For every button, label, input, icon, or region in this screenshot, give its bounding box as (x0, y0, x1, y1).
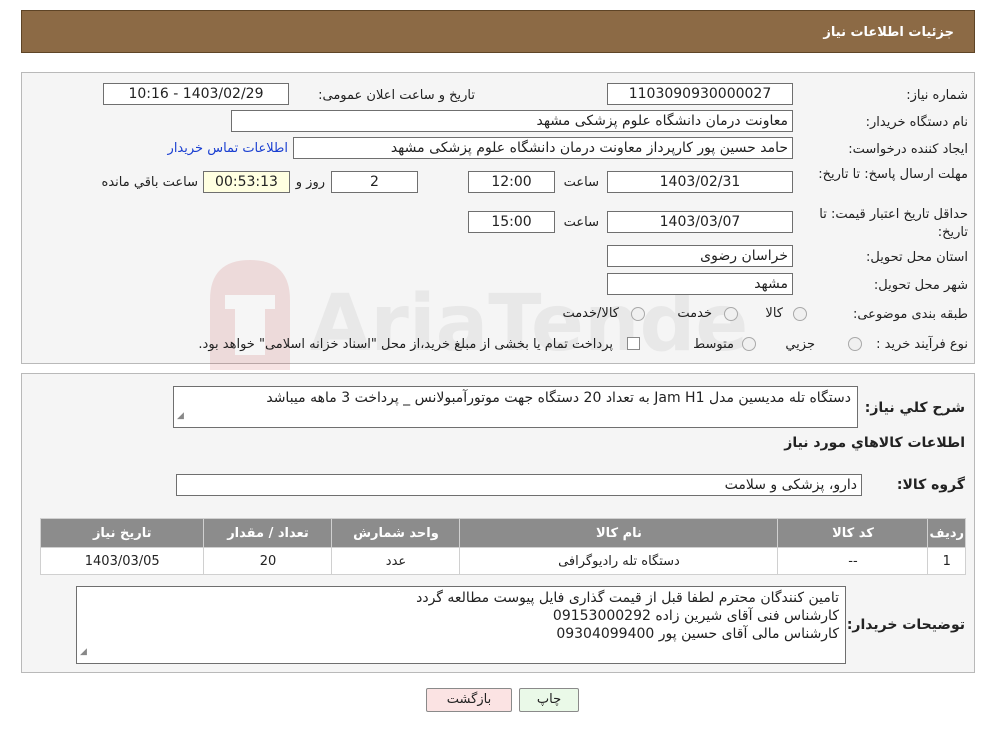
validity-date-field: 1403/03/07 (607, 211, 793, 233)
days-field: 2 (331, 171, 418, 193)
col-unit: واحد شمارش (331, 518, 461, 548)
goods-info-title: اطلاعات کالاهاي مورد نياز (784, 435, 965, 451)
col-code: کد کالا (777, 518, 929, 548)
cell-date: 1403/03/05 (39, 547, 205, 575)
goods-group-label: گروه کالا: (896, 477, 965, 493)
days-label: روز و (295, 175, 325, 190)
category-option-goods: کالا (765, 306, 783, 321)
announce-label: تاریخ و ساعت اعلان عمومی: (318, 88, 475, 103)
city-field: مشهد (607, 273, 793, 295)
category-option-goods-service: کالا/خدمت (562, 306, 619, 321)
page-header: جزئیات اطلاعات نیاز (21, 10, 975, 53)
summary-textarea[interactable]: دستگاه تله مدیسین مدل Jam H1 به تعداد 20… (173, 386, 858, 428)
print-button[interactable]: چاپ (519, 688, 579, 712)
process-option-medium: متوسط (693, 337, 734, 352)
table-row: 1 -- دستگاه تله رادیوگرافی عدد 20 1403/0… (39, 547, 966, 575)
remaining-time-field: 00:53:13 (203, 171, 290, 193)
summary-label: شرح کلي نياز: (864, 400, 965, 416)
process-label: نوع فرآیند خرید : (876, 337, 968, 352)
col-name: نام کالا (459, 518, 779, 548)
province-label: استان محل تحویل: (866, 250, 968, 265)
cell-code: -- (777, 547, 929, 575)
validity-time-label: ساعت (563, 215, 599, 230)
items-table: رديف کد کالا نام کالا واحد شمارش تعداد /… (39, 518, 966, 575)
buyer-notes-line: تامین کنندگان محترم لطفا قبل از قیمت گذا… (416, 590, 839, 606)
col-date: تاریخ نیاز (39, 518, 205, 548)
category-option-service: خدمت (677, 306, 712, 321)
category-label: طبقه بندی موضوعی: (852, 307, 968, 322)
cell-unit: عدد (331, 547, 461, 575)
deadline-time-field: 12:00 (468, 171, 555, 193)
deadline-label: مهلت ارسال پاسخ: تا تاریخ: (818, 167, 968, 182)
cell-quantity: 20 (203, 547, 333, 575)
process-radio-medium[interactable] (742, 337, 756, 351)
need-number-field: 1103090930000027 (607, 83, 793, 105)
treasury-note: پرداخت تمام یا بخشی از مبلغ خرید،از محل … (198, 337, 613, 352)
buyer-notes-line: کارشناس فنی آقای شیرین زاده 09153000292 (552, 608, 839, 624)
col-quantity: تعداد / مقدار (203, 518, 333, 548)
need-number-label: شماره نیاز: (906, 88, 968, 103)
buyer-notes-textarea[interactable]: تامین کنندگان محترم لطفا قبل از قیمت گذا… (76, 586, 846, 664)
deadline-date-field: 1403/02/31 (607, 171, 793, 193)
deadline-time-label: ساعت (563, 175, 599, 190)
category-radio-goods-service[interactable] (631, 307, 645, 321)
buyer-org-label: نام دستگاه خریدار: (865, 115, 968, 130)
buyer-org-field: معاونت درمان دانشگاه علوم پزشکی مشهد (231, 110, 793, 132)
buyer-notes-line: کارشناس مالی آقای حسین پور 09304099400 (556, 626, 839, 642)
page-title: جزئیات اطلاعات نیاز (823, 25, 954, 40)
remaining-label: ساعت باقي مانده (101, 175, 198, 190)
announce-datetime-field: 1403/02/29 - 10:16 (103, 83, 289, 105)
table-header-row: رديف کد کالا نام کالا واحد شمارش تعداد /… (39, 518, 966, 548)
category-radio-goods[interactable] (793, 307, 807, 321)
process-option-minor: جزيي (785, 337, 815, 352)
province-field: خراسان رضوی (607, 245, 793, 267)
goods-group-field: دارو، پزشکی و سلامت (176, 474, 862, 496)
category-radio-service[interactable] (724, 307, 738, 321)
resize-grip-icon[interactable]: ◢ (177, 407, 184, 425)
col-row: رديف (927, 518, 966, 548)
cell-row: 1 (927, 547, 966, 575)
validity-time-field: 15:00 (468, 211, 555, 233)
back-button[interactable]: بازگشت (426, 688, 512, 712)
process-radio-minor[interactable] (848, 337, 862, 351)
city-label: شهر محل تحویل: (873, 278, 968, 293)
creator-field: حامد حسین پور کارپرداز معاونت درمان دانش… (293, 137, 793, 159)
creator-label: ایجاد کننده درخواست: (848, 142, 968, 157)
treasury-checkbox[interactable] (627, 337, 640, 350)
summary-text: دستگاه تله مدیسین مدل Jam H1 به تعداد 20… (266, 390, 851, 406)
buyer-notes-label: توضیحات خریدار: (846, 617, 965, 633)
cell-name: دستگاه تله رادیوگرافی (459, 547, 779, 575)
buyer-contact-link[interactable]: اطلاعات تماس خریدار (168, 141, 288, 156)
resize-grip-icon[interactable]: ◢ (80, 643, 87, 661)
validity-label: حداقل تاریخ اعتبار قیمت: تا تاریخ: (819, 207, 968, 240)
